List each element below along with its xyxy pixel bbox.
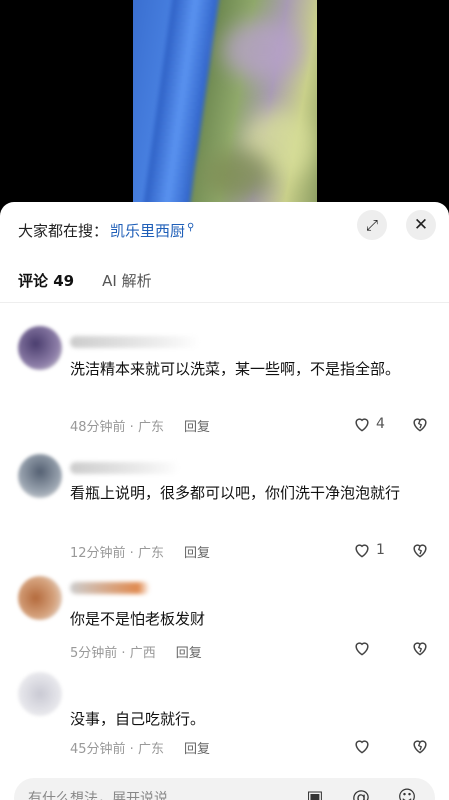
tab-ai-analysis[interactable]: AI 解析 bbox=[102, 270, 151, 291]
dislike-button[interactable] bbox=[410, 414, 430, 438]
avatar[interactable] bbox=[18, 576, 62, 620]
comment-input-bar[interactable]: 有什么想法，展开说说 ▣ @ ☺ bbox=[14, 778, 435, 800]
expand-icon: ⤢ bbox=[365, 216, 378, 234]
video-player[interactable] bbox=[0, 0, 449, 210]
username-blurred[interactable] bbox=[70, 336, 200, 348]
dislike-button[interactable] bbox=[410, 736, 430, 760]
reply-button[interactable]: 回复 bbox=[184, 416, 210, 435]
comment-meta: 5分钟前 · 广西 回复 bbox=[70, 642, 202, 661]
heart-icon bbox=[355, 642, 369, 656]
comment-time: 45分钟前 bbox=[70, 742, 126, 757]
reply-button[interactable]: 回复 bbox=[184, 542, 210, 561]
heart-icon bbox=[355, 740, 369, 754]
expand-button[interactable]: ⤢ bbox=[357, 210, 387, 240]
search-term-link[interactable]: 凯乐里西厨 bbox=[110, 220, 185, 241]
comment-time: 12分钟前 bbox=[70, 546, 126, 561]
comment-meta: 12分钟前 · 广东 回复 bbox=[70, 542, 210, 561]
username-blurred[interactable] bbox=[70, 582, 150, 594]
comment-text: 没事，自己吃就行。 bbox=[70, 710, 206, 728]
comment-location: 广东 bbox=[137, 742, 164, 757]
search-suggestion[interactable]: 大家都在搜： 凯乐里西厨 ⚲ bbox=[18, 220, 194, 241]
avatar[interactable] bbox=[18, 672, 62, 716]
dislike-heart-icon bbox=[413, 418, 427, 432]
avatar[interactable] bbox=[18, 454, 62, 498]
comment-time: 5分钟前 bbox=[70, 646, 118, 661]
dislike-heart-icon bbox=[413, 544, 427, 558]
video-frame[interactable] bbox=[133, 0, 317, 210]
like-count: 4 bbox=[376, 416, 385, 432]
like-button[interactable]: 4 bbox=[352, 414, 385, 434]
comment-text: 洗洁精本来就可以洗菜，某一些啊，不是指全部。 bbox=[70, 360, 401, 378]
comment-location: 广西 bbox=[129, 646, 156, 661]
comment-meta: 48分钟前 · 广东 回复 bbox=[70, 416, 210, 435]
video-blur-blob bbox=[203, 150, 273, 200]
dislike-heart-icon bbox=[413, 642, 427, 656]
like-button[interactable] bbox=[352, 638, 376, 658]
video-blur-blob bbox=[223, 20, 303, 80]
dislike-button[interactable] bbox=[410, 540, 430, 564]
close-icon: ✕ bbox=[413, 215, 429, 235]
search-icon: ⚲ bbox=[187, 222, 195, 233]
tab-divider bbox=[0, 302, 449, 303]
avatar[interactable] bbox=[18, 326, 62, 370]
at-icon[interactable]: @ bbox=[350, 786, 372, 800]
username-blurred[interactable] bbox=[70, 462, 180, 474]
reply-button[interactable]: 回复 bbox=[184, 738, 210, 757]
tab-bar: 评论 49 AI 解析 bbox=[18, 270, 152, 291]
like-button[interactable]: 1 bbox=[352, 540, 385, 560]
comment-text: 你是不是怕老板发财 bbox=[70, 610, 206, 628]
tab-comments[interactable]: 评论 49 bbox=[18, 270, 74, 291]
close-button[interactable]: ✕ bbox=[406, 210, 436, 240]
comment-time: 48分钟前 bbox=[70, 420, 126, 435]
comment-location: 广东 bbox=[137, 420, 164, 435]
search-prefix: 大家都在搜： bbox=[18, 222, 109, 240]
heart-icon bbox=[355, 418, 369, 432]
emoji-icon[interactable]: ☺ bbox=[396, 786, 418, 800]
reply-button[interactable]: 回复 bbox=[176, 642, 202, 661]
dislike-heart-icon bbox=[413, 740, 427, 754]
comment-meta: 45分钟前 · 广东 回复 bbox=[70, 738, 210, 757]
heart-icon bbox=[355, 544, 369, 558]
comment-text: 看瓶上说明，很多都可以吧，你们洗干净泡泡就行 bbox=[70, 484, 401, 502]
image-icon[interactable]: ▣ bbox=[304, 786, 326, 800]
dislike-button[interactable] bbox=[410, 638, 430, 662]
like-button[interactable] bbox=[352, 736, 376, 756]
comment-input-placeholder[interactable]: 有什么想法，展开说说 bbox=[28, 788, 168, 800]
like-count: 1 bbox=[376, 542, 385, 558]
comment-location: 广东 bbox=[137, 546, 164, 561]
comment-sheet: 大家都在搜： 凯乐里西厨 ⚲ ⤢ ✕ 评论 49 AI 解析 洗洁精本来就可以洗… bbox=[0, 202, 449, 800]
